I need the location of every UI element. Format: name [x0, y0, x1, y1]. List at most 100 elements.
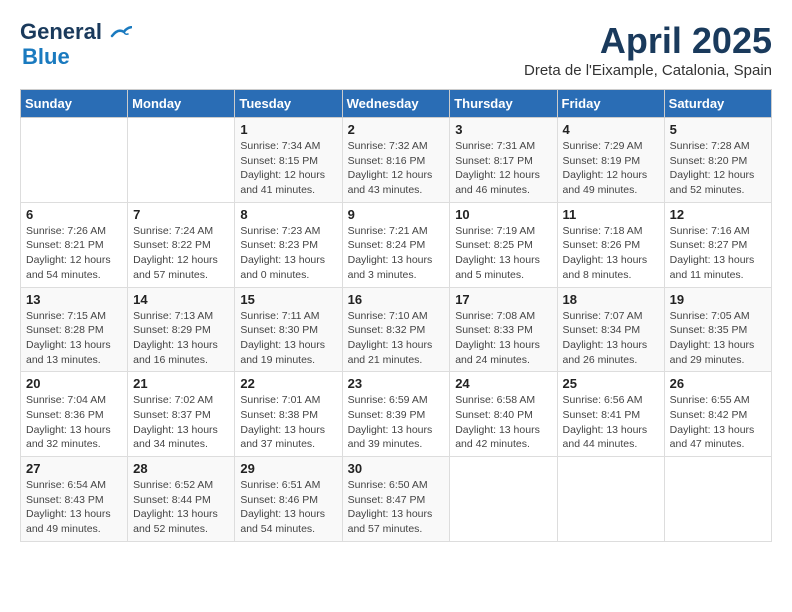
day-number: 23	[348, 376, 445, 391]
day-info: Sunrise: 7:32 AMSunset: 8:16 PMDaylight:…	[348, 139, 445, 198]
day-number: 11	[563, 207, 659, 222]
calendar-cell: 8 Sunrise: 7:23 AMSunset: 8:23 PMDaylight…	[235, 202, 342, 287]
day-number: 1	[240, 122, 336, 137]
day-info: Sunrise: 7:15 AMSunset: 8:28 PMDaylight:…	[26, 309, 122, 368]
day-number: 13	[26, 292, 122, 307]
calendar-cell: 15 Sunrise: 7:11 AMSunset: 8:30 PMDayligh…	[235, 287, 342, 372]
day-number: 3	[455, 122, 551, 137]
calendar: SundayMondayTuesdayWednesdayThursdayFrid…	[20, 89, 772, 542]
calendar-cell: 11 Sunrise: 7:18 AMSunset: 8:26 PMDayligh…	[557, 202, 664, 287]
calendar-cell: 28 Sunrise: 6:52 AMSunset: 8:44 PMDayligh…	[128, 457, 235, 542]
calendar-cell	[557, 457, 664, 542]
weekday-header: Saturday	[664, 90, 771, 118]
calendar-week-row: 20Sunrise: 7:04 AMSunset: 8:36 PMDayligh…	[21, 372, 772, 457]
calendar-cell: 18Sunrise: 7:07 AMSunset: 8:34 PMDayligh…	[557, 287, 664, 372]
day-info: Sunrise: 7:10 AMSunset: 8:32 PMDaylight:…	[348, 309, 445, 368]
calendar-cell: 14Sunrise: 7:13 AMSunset: 8:29 PMDayligh…	[128, 287, 235, 372]
calendar-cell	[128, 118, 235, 203]
day-info: Sunrise: 6:50 AMSunset: 8:47 PMDaylight:…	[348, 478, 445, 537]
weekday-header: Wednesday	[342, 90, 450, 118]
day-info: Sunrise: 7:05 AMSunset: 8:35 PMDaylight:…	[670, 309, 766, 368]
calendar-cell: 21Sunrise: 7:02 AMSunset: 8:37 PMDayligh…	[128, 372, 235, 457]
calendar-cell: 23 Sunrise: 6:59 AMSunset: 8:39 PMDayligh…	[342, 372, 450, 457]
day-info: Sunrise: 7:04 AMSunset: 8:36 PMDaylight:…	[26, 393, 122, 452]
location: Dreta de l'Eixample, Catalonia, Spain	[524, 62, 772, 79]
calendar-cell: 27 Sunrise: 6:54 AMSunset: 8:43 PMDayligh…	[21, 457, 128, 542]
day-number: 9	[348, 207, 445, 222]
calendar-cell: 19 Sunrise: 7:05 AMSunset: 8:35 PMDayligh…	[664, 287, 771, 372]
calendar-cell: 20Sunrise: 7:04 AMSunset: 8:36 PMDayligh…	[21, 372, 128, 457]
day-info: Sunrise: 6:52 AMSunset: 8:44 PMDaylight:…	[133, 478, 229, 537]
calendar-week-row: 27 Sunrise: 6:54 AMSunset: 8:43 PMDayligh…	[21, 457, 772, 542]
calendar-cell: 1 Sunrise: 7:34 AMSunset: 8:15 PMDaylight…	[235, 118, 342, 203]
day-info: Sunrise: 7:18 AMSunset: 8:26 PMDaylight:…	[563, 224, 659, 283]
day-info: Sunrise: 7:26 AMSunset: 8:21 PMDaylight:…	[26, 224, 122, 283]
calendar-cell: 22Sunrise: 7:01 AMSunset: 8:38 PMDayligh…	[235, 372, 342, 457]
day-number: 2	[348, 122, 445, 137]
day-number: 28	[133, 461, 229, 476]
day-number: 10	[455, 207, 551, 222]
weekday-header: Friday	[557, 90, 664, 118]
day-info: Sunrise: 7:16 AMSunset: 8:27 PMDaylight:…	[670, 224, 766, 283]
day-info: Sunrise: 6:56 AMSunset: 8:41 PMDaylight:…	[563, 393, 659, 452]
day-info: Sunrise: 7:11 AMSunset: 8:30 PMDaylight:…	[240, 309, 336, 368]
calendar-week-row: 1 Sunrise: 7:34 AMSunset: 8:15 PMDaylight…	[21, 118, 772, 203]
calendar-cell: 16Sunrise: 7:10 AMSunset: 8:32 PMDayligh…	[342, 287, 450, 372]
calendar-week-row: 6 Sunrise: 7:26 AMSunset: 8:21 PMDaylight…	[21, 202, 772, 287]
day-info: Sunrise: 7:08 AMSunset: 8:33 PMDaylight:…	[455, 309, 551, 368]
weekday-header: Monday	[128, 90, 235, 118]
calendar-cell: 17 Sunrise: 7:08 AMSunset: 8:33 PMDayligh…	[450, 287, 557, 372]
calendar-cell: 2 Sunrise: 7:32 AMSunset: 8:16 PMDaylight…	[342, 118, 450, 203]
day-info: Sunrise: 7:23 AMSunset: 8:23 PMDaylight:…	[240, 224, 336, 283]
day-number: 24	[455, 376, 551, 391]
calendar-cell: 29Sunrise: 6:51 AMSunset: 8:46 PMDayligh…	[235, 457, 342, 542]
day-number: 17	[455, 292, 551, 307]
day-info: Sunrise: 7:31 AMSunset: 8:17 PMDaylight:…	[455, 139, 551, 198]
day-number: 30	[348, 461, 445, 476]
day-info: Sunrise: 6:59 AMSunset: 8:39 PMDaylight:…	[348, 393, 445, 452]
day-number: 4	[563, 122, 659, 137]
month-title: April 2025	[524, 20, 772, 62]
calendar-cell: 5 Sunrise: 7:28 AMSunset: 8:20 PMDaylight…	[664, 118, 771, 203]
title-area: April 2025 Dreta de l'Eixample, Cataloni…	[524, 20, 772, 79]
day-number: 8	[240, 207, 336, 222]
day-info: Sunrise: 7:24 AMSunset: 8:22 PMDaylight:…	[133, 224, 229, 283]
day-number: 6	[26, 207, 122, 222]
header: General Blue April 2025 Dreta de l'Eixam…	[20, 20, 772, 79]
calendar-cell	[450, 457, 557, 542]
calendar-cell	[664, 457, 771, 542]
day-number: 22	[240, 376, 336, 391]
day-number: 21	[133, 376, 229, 391]
logo-blue-text: Blue	[22, 44, 70, 70]
day-info: Sunrise: 6:54 AMSunset: 8:43 PMDaylight:…	[26, 478, 122, 537]
calendar-cell: 9 Sunrise: 7:21 AMSunset: 8:24 PMDaylight…	[342, 202, 450, 287]
logo-text: General	[20, 20, 132, 44]
weekday-header: Sunday	[21, 90, 128, 118]
day-info: Sunrise: 6:58 AMSunset: 8:40 PMDaylight:…	[455, 393, 551, 452]
calendar-cell: 10 Sunrise: 7:19 AMSunset: 8:25 PMDayligh…	[450, 202, 557, 287]
day-info: Sunrise: 7:19 AMSunset: 8:25 PMDaylight:…	[455, 224, 551, 283]
day-number: 14	[133, 292, 229, 307]
calendar-cell: 12Sunrise: 7:16 AMSunset: 8:27 PMDayligh…	[664, 202, 771, 287]
calendar-cell: 26Sunrise: 6:55 AMSunset: 8:42 PMDayligh…	[664, 372, 771, 457]
logo: General Blue	[20, 20, 132, 70]
day-number: 19	[670, 292, 766, 307]
calendar-cell: 3 Sunrise: 7:31 AMSunset: 8:17 PMDaylight…	[450, 118, 557, 203]
calendar-cell: 6 Sunrise: 7:26 AMSunset: 8:21 PMDaylight…	[21, 202, 128, 287]
day-info: Sunrise: 7:21 AMSunset: 8:24 PMDaylight:…	[348, 224, 445, 283]
day-number: 29	[240, 461, 336, 476]
weekday-header: Tuesday	[235, 90, 342, 118]
day-info: Sunrise: 7:28 AMSunset: 8:20 PMDaylight:…	[670, 139, 766, 198]
calendar-cell: 30 Sunrise: 6:50 AMSunset: 8:47 PMDayligh…	[342, 457, 450, 542]
calendar-cell: 25 Sunrise: 6:56 AMSunset: 8:41 PMDayligh…	[557, 372, 664, 457]
calendar-week-row: 13 Sunrise: 7:15 AMSunset: 8:28 PMDayligh…	[21, 287, 772, 372]
day-number: 18	[563, 292, 659, 307]
day-number: 15	[240, 292, 336, 307]
calendar-cell: 24 Sunrise: 6:58 AMSunset: 8:40 PMDayligh…	[450, 372, 557, 457]
day-number: 27	[26, 461, 122, 476]
calendar-cell: 13 Sunrise: 7:15 AMSunset: 8:28 PMDayligh…	[21, 287, 128, 372]
day-info: Sunrise: 7:34 AMSunset: 8:15 PMDaylight:…	[240, 139, 336, 198]
weekday-header: Thursday	[450, 90, 557, 118]
day-number: 25	[563, 376, 659, 391]
day-number: 5	[670, 122, 766, 137]
